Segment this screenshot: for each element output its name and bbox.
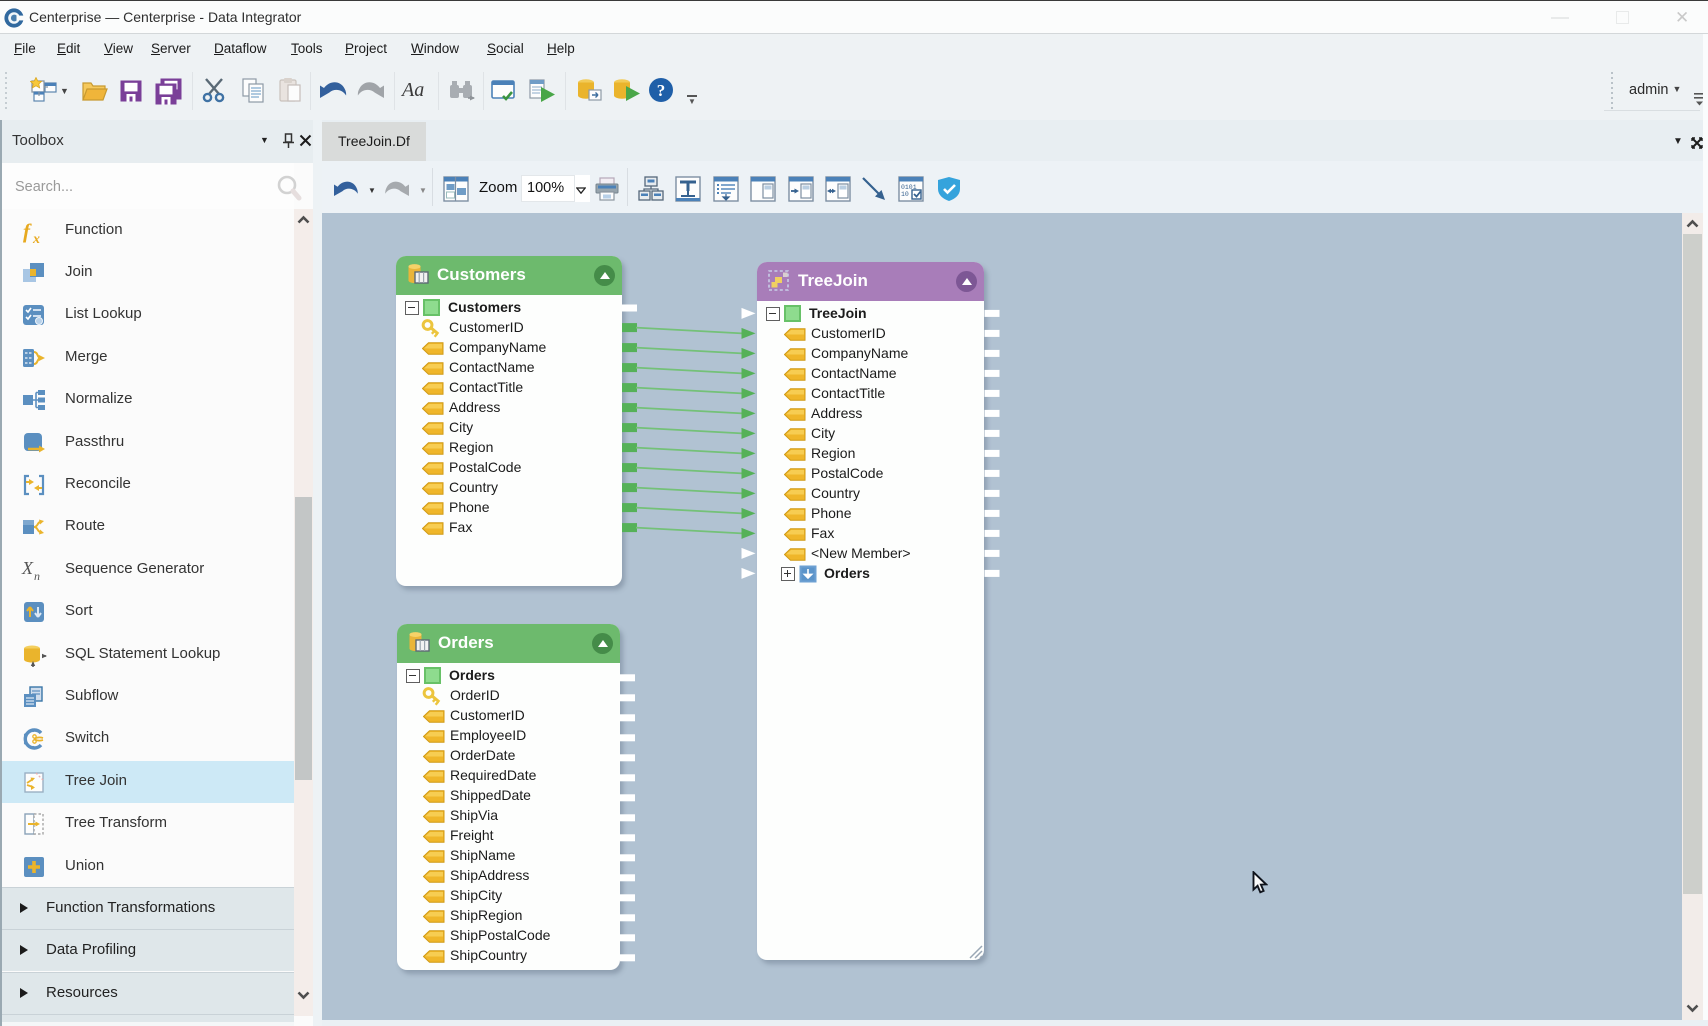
svg-text:10: 10 <box>901 191 909 198</box>
svg-text:n: n <box>34 569 40 583</box>
svg-text:x: x <box>32 232 40 244</box>
svg-text:f: f <box>23 219 32 243</box>
svg-text:?: ? <box>657 81 666 100</box>
svg-text:X: X <box>21 558 34 578</box>
